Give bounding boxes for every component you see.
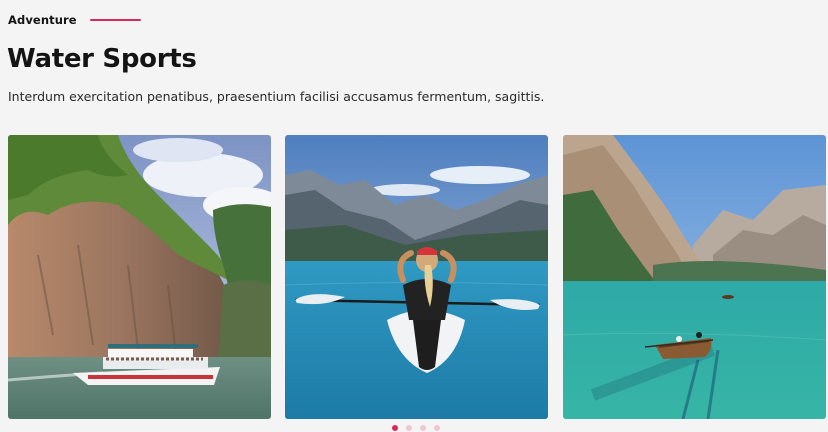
eyebrow-accent-line [89,18,141,22]
carousel-pagination [392,425,440,431]
pagination-dot-1[interactable] [392,425,398,431]
rowboat-turquoise-lake-photo [563,135,826,419]
carousel-card-rowboat-lake[interactable] [563,135,826,419]
eyebrow-label: Adventure [8,13,77,27]
pagination-dot-4[interactable] [434,425,440,431]
kayak-mountain-lake-photo [285,135,548,419]
section-eyebrow: Adventure [8,13,141,27]
boat-cliff-photo [8,135,271,419]
page-title: Water Sports [7,44,197,74]
carousel-card-kayak-lake[interactable] [285,135,548,419]
pagination-dot-3[interactable] [420,425,426,431]
page-subtitle: Interdum exercitation penatibus, praesen… [8,89,545,104]
pagination-dot-2[interactable] [406,425,412,431]
carousel-card-boat-cliff[interactable] [8,135,271,419]
